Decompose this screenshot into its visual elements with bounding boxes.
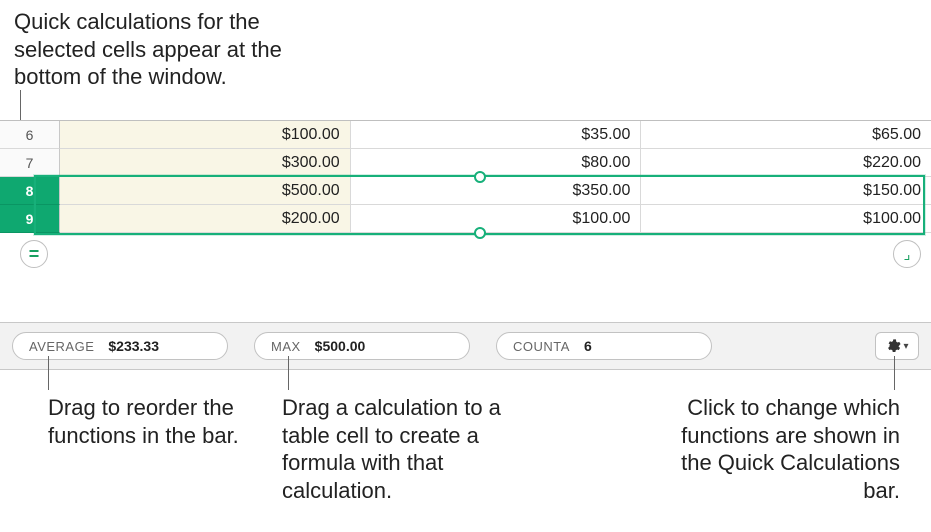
callout-leader-line — [288, 356, 289, 390]
table-row: 8$500.00$350.00$150.00 — [0, 177, 931, 205]
callout-drag-to-cell: Drag a calculation to a table cell to cr… — [282, 394, 532, 504]
calc-pill-function: MAX — [271, 339, 301, 354]
equals-icon: = — [29, 244, 40, 265]
cell[interactable]: $220.00 — [641, 149, 931, 177]
calc-pill-max[interactable]: MAX $500.00 — [254, 332, 470, 360]
calc-pill-value: $233.33 — [108, 338, 159, 354]
cell[interactable]: $100.00 — [351, 205, 642, 233]
cell[interactable]: $100.00 — [641, 205, 931, 233]
callout-leader-line — [48, 356, 49, 390]
table-row: 9$200.00$100.00$100.00 — [0, 205, 931, 233]
table-row: 7$300.00$80.00$220.00 — [0, 149, 931, 177]
calc-bar-settings-button[interactable]: ▾ — [875, 332, 919, 360]
row-number[interactable]: 7 — [0, 149, 60, 177]
calc-pill-value: $500.00 — [315, 338, 366, 354]
formula-equals-button[interactable]: = — [20, 240, 48, 268]
row-cells: $500.00$350.00$150.00 — [60, 177, 931, 205]
calc-pill-counta[interactable]: COUNTA 6 — [496, 332, 712, 360]
cell[interactable]: $200.00 — [60, 205, 351, 233]
table-row: 6$100.00$35.00$65.00 — [0, 121, 931, 149]
table-corner-button[interactable]: ⌟ — [893, 240, 921, 268]
cell[interactable]: $65.00 — [641, 121, 931, 149]
cell[interactable]: $150.00 — [641, 177, 931, 205]
chevron-down-icon: ▾ — [903, 341, 908, 352]
spreadsheet-fragment: 6$100.00$35.00$65.007$300.00$80.00$220.0… — [0, 120, 931, 233]
row-number[interactable]: 6 — [0, 121, 60, 149]
cell[interactable]: $500.00 — [60, 177, 351, 205]
quick-calculations-bar: AVERAGE $233.33 MAX $500.00 COUNTA 6 ▾ — [0, 322, 931, 370]
row-number[interactable]: 9 — [0, 205, 60, 233]
calc-pill-average[interactable]: AVERAGE $233.33 — [12, 332, 228, 360]
cell[interactable]: $35.00 — [351, 121, 642, 149]
row-cells: $300.00$80.00$220.00 — [60, 149, 931, 177]
callout-quick-calcs: Quick calculations for the selected cell… — [14, 8, 334, 91]
cell[interactable]: $300.00 — [60, 149, 351, 177]
callout-reorder: Drag to reorder the functions in the bar… — [48, 394, 248, 449]
cell[interactable]: $80.00 — [351, 149, 642, 177]
cell[interactable]: $350.00 — [351, 177, 642, 205]
calc-pill-function: AVERAGE — [29, 339, 94, 354]
callout-leader-line — [894, 356, 895, 390]
callout-settings: Click to change which functions are show… — [668, 394, 900, 504]
row-cells: $100.00$35.00$65.00 — [60, 121, 931, 149]
calc-pill-value: 6 — [584, 338, 592, 354]
table-corner-icon: ⌟ — [903, 245, 910, 263]
row-cells: $200.00$100.00$100.00 — [60, 205, 931, 233]
calc-pill-function: COUNTA — [513, 339, 570, 354]
row-number[interactable]: 8 — [0, 177, 60, 205]
cell[interactable]: $100.00 — [60, 121, 351, 149]
gear-icon — [885, 338, 901, 354]
